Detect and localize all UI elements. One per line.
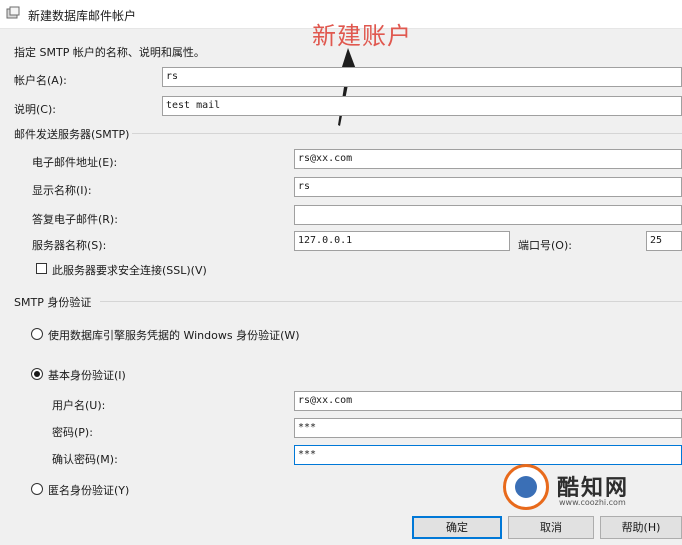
auth-group-label: SMTP 身份验证: [14, 296, 92, 309]
window-title: 新建数据库邮件帐户: [28, 9, 137, 23]
basic-auth-radio[interactable]: [31, 368, 43, 380]
windows-auth-label[interactable]: 使用数据库引擎服务凭据的 Windows 身份验证(W): [48, 327, 300, 343]
display-name-label: 显示名称(I):: [32, 184, 92, 197]
anonymous-auth-radio[interactable]: [31, 483, 43, 495]
annotation-text: 新建账户: [312, 22, 412, 50]
email-label: 电子邮件地址(E):: [32, 156, 118, 169]
email-field[interactable]: rs@xx.com: [294, 149, 682, 169]
app-icon: [6, 6, 20, 19]
cancel-button[interactable]: 取消: [508, 516, 594, 539]
username-field[interactable]: rs@xx.com: [294, 391, 682, 411]
watermark: 酷知网 www.coozhi.com: [503, 464, 671, 512]
reply-email-field[interactable]: [294, 205, 682, 225]
description-field[interactable]: test mail: [162, 96, 682, 116]
password-label: 密码(P):: [52, 426, 93, 439]
display-name-field[interactable]: rs: [294, 177, 682, 197]
username-label: 用户名(U):: [52, 399, 106, 412]
server-name-label: 服务器名称(S):: [32, 239, 107, 252]
annotation-arrow-icon: [338, 48, 357, 126]
reply-email-label: 答复电子邮件(R):: [32, 213, 118, 226]
description-label: 说明(C):: [14, 103, 56, 116]
basic-auth-label[interactable]: 基本身份验证(I): [48, 367, 126, 383]
password-field[interactable]: ***: [294, 418, 682, 438]
account-name-label: 帐户名(A):: [14, 74, 67, 87]
ssl-label[interactable]: 此服务器要求安全连接(SSL)(V): [52, 262, 207, 278]
anonymous-auth-label[interactable]: 匿名身份验证(Y): [48, 482, 129, 498]
account-name-field[interactable]: rs: [162, 67, 682, 87]
smtp-group-label: 邮件发送服务器(SMTP): [14, 128, 130, 141]
port-field[interactable]: 25: [646, 231, 682, 251]
confirm-password-label: 确认密码(M):: [52, 453, 118, 466]
smtp-group-divider: [132, 133, 682, 134]
auth-group-divider: [100, 301, 682, 302]
port-label: 端口号(O):: [518, 239, 572, 252]
watermark-url: www.coozhi.com: [559, 498, 626, 507]
server-name-field[interactable]: 127.0.0.1: [294, 231, 510, 251]
windows-auth-radio[interactable]: [31, 328, 43, 340]
ok-button[interactable]: 确定: [412, 516, 502, 539]
confirm-password-field[interactable]: ***: [294, 445, 682, 465]
watermark-logo-icon: [503, 464, 549, 510]
intro-text: 指定 SMTP 帐户的名称、说明和属性。: [14, 46, 205, 59]
help-button[interactable]: 帮助(H): [600, 516, 682, 539]
ssl-checkbox[interactable]: [36, 263, 47, 274]
